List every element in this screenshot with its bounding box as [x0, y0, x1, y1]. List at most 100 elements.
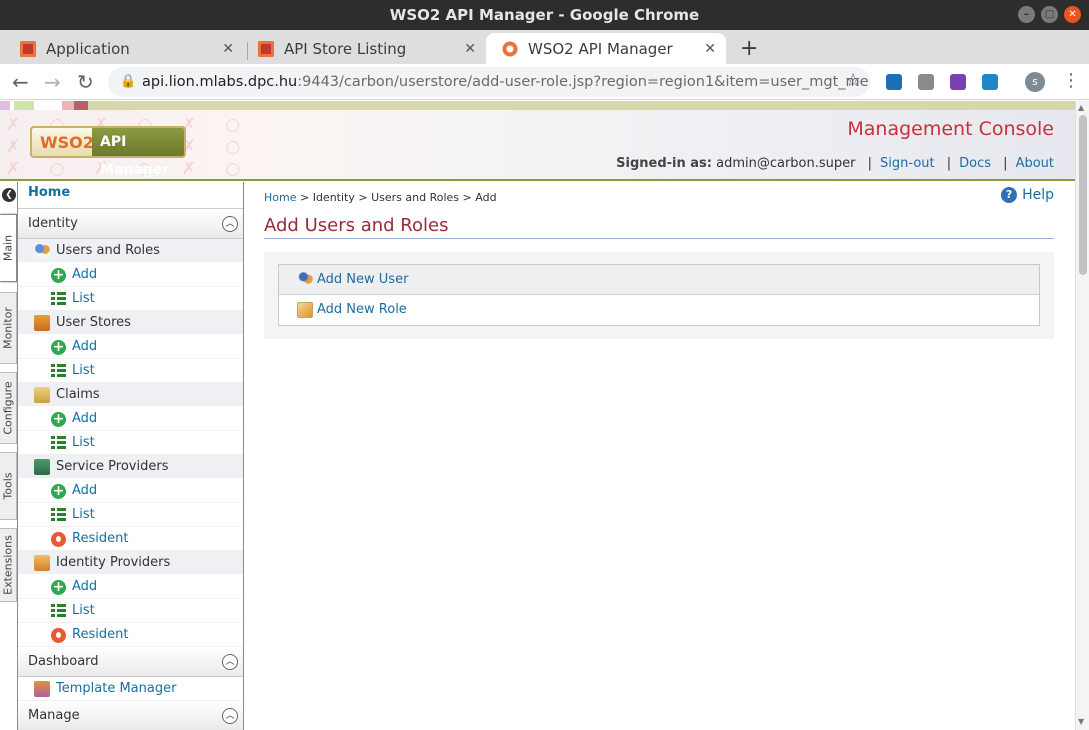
collapse-section-icon[interactable]: ︿ [222, 708, 238, 724]
docs-link[interactable]: Docs [959, 156, 991, 171]
menu-group-users-and-roles[interactable]: Users and Roles [18, 239, 243, 263]
breadcrumb-home[interactable]: Home [264, 191, 296, 204]
address-bar[interactable]: 🔒 api.lion.mlabs.dpc.hu:9443/carbon/user… [108, 67, 870, 97]
about-link[interactable]: About [1016, 156, 1054, 171]
tab-label: Application [46, 39, 130, 58]
left-menu: Home Identity ︿ Users and Roles + Add Lis… [17, 182, 244, 730]
extension-icon[interactable] [918, 74, 934, 90]
collapse-section-icon[interactable]: ︿ [222, 216, 238, 232]
menu-group-user-stores[interactable]: User Stores [18, 311, 243, 335]
logo-product-text: API Manager [92, 128, 184, 178]
collapse-menu-icon[interactable]: ❮ [2, 188, 16, 202]
breadcrumb-identity: Identity [312, 191, 355, 204]
color-strip [0, 101, 1075, 110]
extension-icon[interactable] [950, 74, 966, 90]
close-tab-icon[interactable]: ✕ [704, 41, 716, 57]
help-link[interactable]: ? Help [1001, 187, 1054, 203]
new-tab-icon[interactable]: + [740, 36, 758, 61]
signed-in-label: Signed-in as: [616, 156, 712, 171]
side-tab-configure[interactable]: Configure [0, 372, 17, 444]
extension-icon[interactable] [886, 74, 902, 90]
menu-link-claims-list[interactable]: List [18, 431, 243, 455]
menu-group-claims[interactable]: Claims [18, 383, 243, 407]
menu-link-stores-list[interactable]: List [18, 359, 243, 383]
scroll-up-icon[interactable]: ▲ [1078, 103, 1084, 112]
lock-icon: 🔒 [120, 74, 137, 89]
add-icon: + [51, 483, 66, 499]
menu-section-dashboard[interactable]: Dashboard ︿ [18, 647, 243, 677]
window-titlebar: WSO2 API Manager - Google Chrome – □ ✕ [0, 0, 1089, 30]
menu-home-link[interactable]: Home [18, 182, 243, 209]
address-path: :9443/carbon/userstore/add-user-role.jsp… [297, 74, 870, 90]
sign-out-link[interactable]: Sign-out [880, 156, 935, 171]
chrome-menu-icon[interactable]: ⋮ [1062, 70, 1080, 91]
back-arrow-icon[interactable]: ← [12, 70, 29, 94]
close-tab-icon[interactable]: ✕ [464, 41, 476, 57]
add-icon: + [51, 411, 66, 427]
browser-tab-api-store[interactable]: API Store Listing ✕ [242, 33, 486, 64]
list-icon [51, 436, 66, 451]
collapse-section-icon[interactable]: ︿ [222, 654, 238, 670]
reload-icon[interactable]: ↻ [77, 70, 94, 94]
menu-group-identity-providers[interactable]: Identity Providers [18, 551, 243, 575]
add-icon: + [51, 579, 66, 595]
app-favicon-icon [258, 40, 274, 57]
section-label: Identity [28, 216, 78, 231]
add-user-icon [297, 272, 313, 288]
menu-link-idp-resident[interactable]: Resident [18, 623, 243, 647]
maximize-button[interactable]: □ [1041, 6, 1058, 23]
wso2-api-manager-logo[interactable]: WSO2 API Manager [30, 126, 186, 178]
side-tab-tools[interactable]: Tools [0, 452, 17, 520]
side-tab-monitor[interactable]: Monitor [0, 292, 17, 364]
bookmark-star-icon[interactable]: ☆ [845, 70, 861, 91]
options-table: Add New User Add New Role [278, 264, 1040, 326]
tab-label: API Store Listing [284, 39, 407, 58]
breadcrumb-add: Add [475, 191, 497, 204]
app-favicon-icon [20, 40, 36, 57]
menu-link-sp-resident[interactable]: Resident [18, 527, 243, 551]
profile-avatar[interactable]: s [1025, 72, 1045, 92]
close-window-button[interactable]: ✕ [1064, 6, 1081, 23]
minimize-button[interactable]: – [1018, 6, 1035, 23]
extension-icon[interactable] [982, 74, 998, 90]
add-icon: + [51, 339, 66, 355]
identity-providers-icon [34, 555, 50, 571]
scroll-down-icon[interactable]: ▼ [1078, 717, 1084, 726]
menu-group-service-providers[interactable]: Service Providers [18, 455, 243, 479]
help-icon: ? [1001, 187, 1018, 203]
menu-link-idp-add[interactable]: + Add [18, 575, 243, 599]
console-title: Management Console [847, 118, 1054, 140]
user-stores-icon [34, 315, 50, 331]
add-new-role-link[interactable]: Add New Role [279, 295, 1039, 325]
add-new-user-link[interactable]: Add New User [279, 265, 1039, 295]
menu-link-sp-list[interactable]: List [18, 503, 243, 527]
menu-link-idp-list[interactable]: List [18, 599, 243, 623]
close-tab-icon[interactable]: ✕ [222, 41, 234, 57]
signin-bar: Signed-in as: admin@carbon.super | Sign-o… [616, 156, 1054, 171]
menu-link-claims-add[interactable]: + Add [18, 407, 243, 431]
browser-tab-application[interactable]: Application ✕ [4, 33, 244, 64]
menu-link-users-list[interactable]: List [18, 287, 243, 311]
side-tab-extensions[interactable]: Extensions [0, 528, 17, 602]
service-providers-icon [34, 459, 50, 475]
forward-arrow-icon[interactable]: → [44, 70, 61, 94]
menu-section-identity[interactable]: Identity ︿ [18, 209, 243, 239]
menu-link-users-add[interactable]: + Add [18, 263, 243, 287]
address-host: api.lion.mlabs.dpc.hu [142, 74, 298, 90]
menu-link-sp-add[interactable]: + Add [18, 479, 243, 503]
menu-link-stores-add[interactable]: + Add [18, 335, 243, 359]
list-icon [51, 604, 66, 619]
page-scrollbar[interactable]: ▲ ▼ [1075, 101, 1089, 730]
scroll-thumb[interactable] [1079, 115, 1087, 275]
section-label: Dashboard [28, 654, 99, 669]
menu-section-manage[interactable]: Manage ︿ [18, 701, 243, 730]
main-content: Home > Identity > Users and Roles > Add … [264, 187, 1054, 339]
signed-in-user: admin@carbon.super [716, 156, 856, 171]
template-manager-icon [34, 681, 50, 697]
logo-wso2-text: WSO2 [40, 132, 94, 152]
add-role-icon [297, 302, 313, 318]
side-tab-main[interactable]: Main [0, 214, 17, 282]
menu-link-template-manager[interactable]: Template Manager [18, 677, 243, 701]
users-icon [34, 243, 50, 259]
browser-tab-wso2-active[interactable]: WSO2 API Manager ✕ [486, 33, 726, 64]
